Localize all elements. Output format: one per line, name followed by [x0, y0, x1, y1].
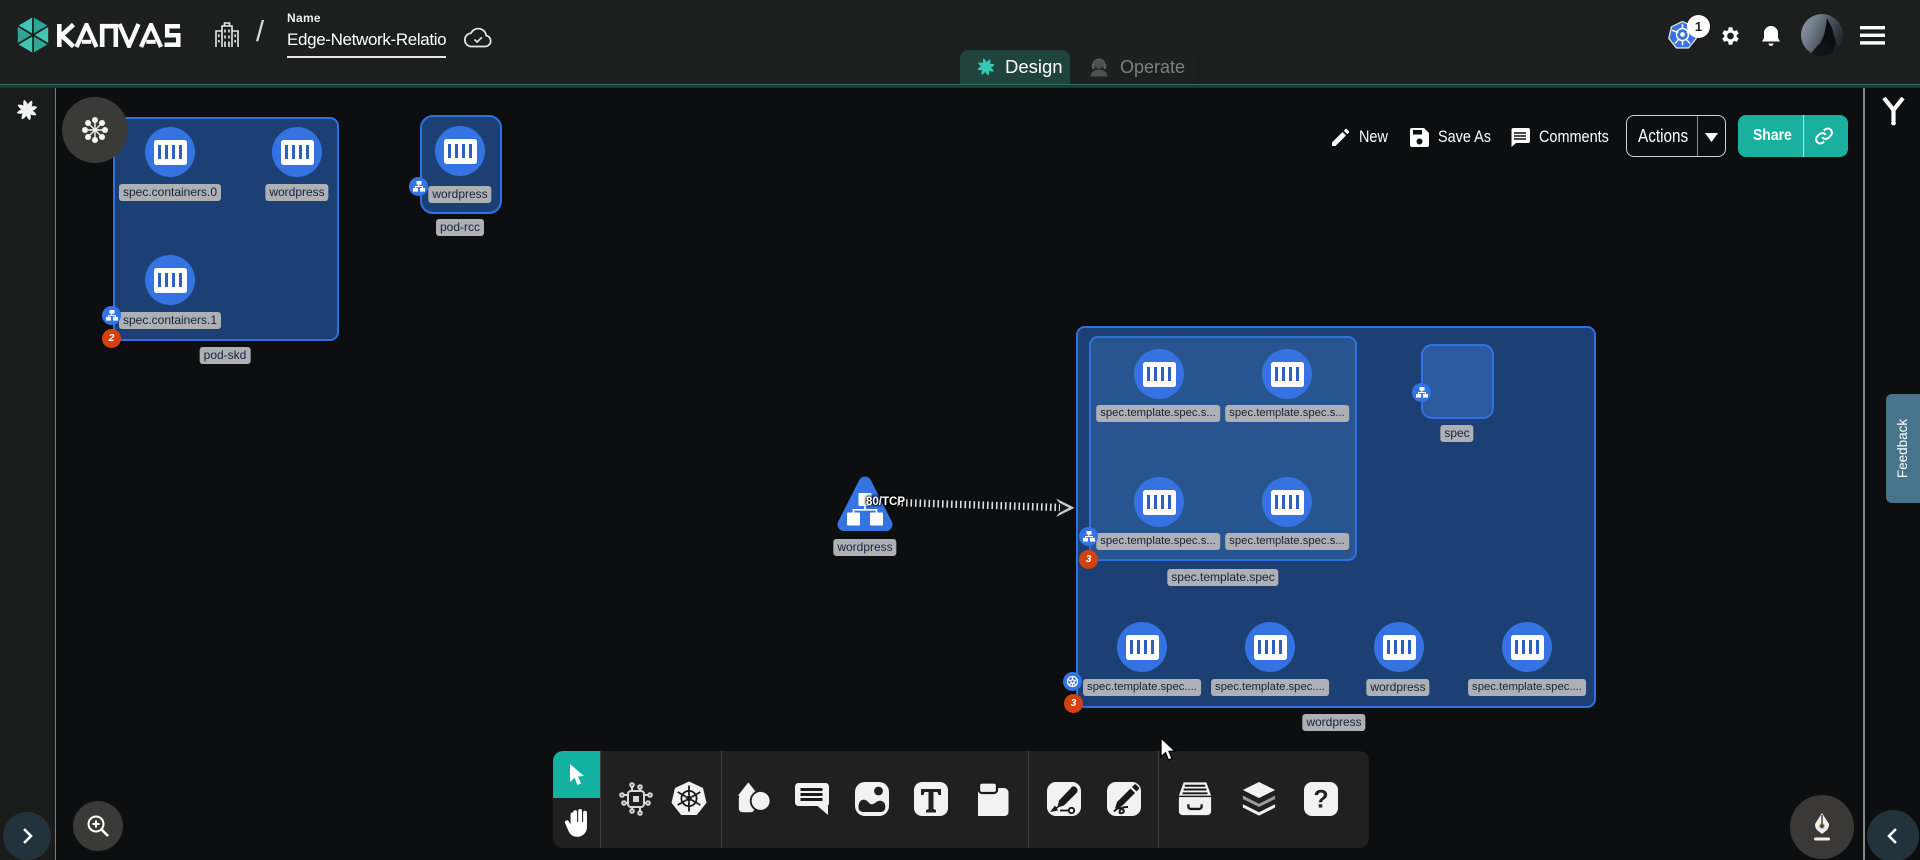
svg-text:?: ? — [1313, 786, 1328, 814]
